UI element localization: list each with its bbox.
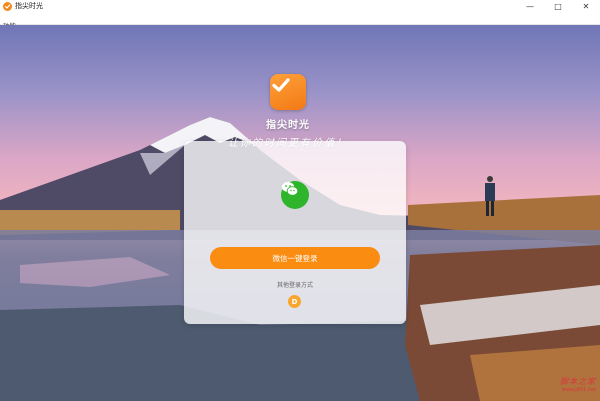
title-bar: 指尖时光 — □ ✕ <box>0 0 600 13</box>
watermark-main: 脚本之家 <box>560 377 596 386</box>
app-logo-icon <box>270 74 306 110</box>
wechat-icon[interactable] <box>281 181 309 209</box>
maximize-button[interactable]: □ <box>544 0 572 13</box>
other-login-label: 其他登录方式 <box>276 282 313 289</box>
app-icon <box>3 2 12 11</box>
window-controls: — □ ✕ <box>516 0 600 13</box>
login-card: 微信一键登录 其他登录方式 D <box>184 141 406 324</box>
menu-bar: 功能 <box>0 13 600 30</box>
watermark-sub: www.jb51.net <box>561 387 596 393</box>
app-name: 指尖时光 <box>266 120 310 131</box>
minimize-button[interactable]: — <box>516 0 544 13</box>
close-button[interactable]: ✕ <box>572 0 600 13</box>
background-scene: 指尖时光 让你的时间更有价值！ 微信一键登录 其他登录方式 D 脚本之家 www… <box>0 25 600 401</box>
other-login-icon[interactable]: D <box>288 295 301 308</box>
watermark: 脚本之家 www.jb51.net <box>560 376 596 393</box>
window-title: 指尖时光 <box>15 2 43 10</box>
wechat-login-button[interactable]: 微信一键登录 <box>210 247 380 269</box>
